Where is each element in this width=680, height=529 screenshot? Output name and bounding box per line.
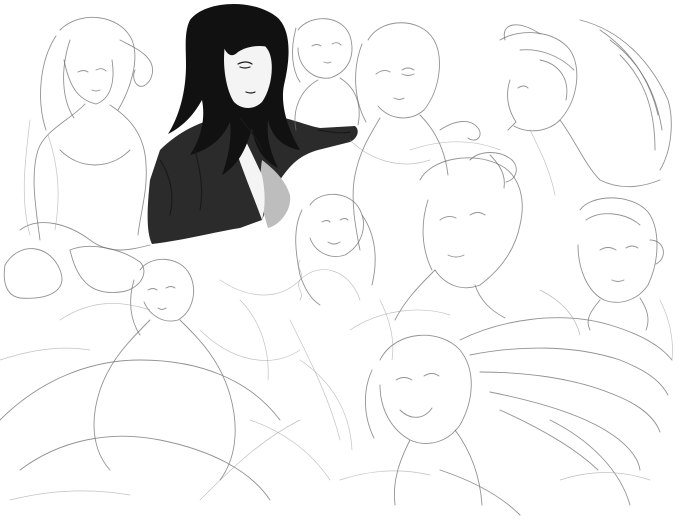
sketch-inked-long-hair-jacket	[147, 3, 358, 244]
sketch-short-hair-bun	[577, 197, 664, 331]
sketch-angel-profile-wings	[499, 19, 672, 196]
sketch-undercut-boy	[394, 141, 523, 321]
sketch-gown-figure	[0, 258, 341, 501]
sketch-drawing	[0, 3, 673, 516]
sketch-small-head-top	[292, 18, 360, 131]
sketch-smiling-boy-wings	[339, 309, 673, 516]
sketch-page	[0, 0, 680, 529]
sketch-girl-sitting	[3, 16, 154, 299]
sketch-winking-girl	[349, 22, 481, 251]
sketch-small-curly-girl	[295, 193, 376, 306]
